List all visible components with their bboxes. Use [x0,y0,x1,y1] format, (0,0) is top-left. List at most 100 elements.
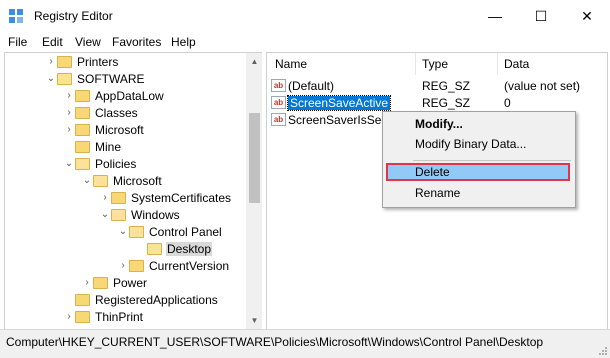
tree-item-label: SOFTWARE [77,71,145,86]
menu-separator [413,160,571,161]
menu-help[interactable]: Help [171,35,196,49]
tree-item-microsoft[interactable]: › Microsoft [63,121,145,138]
expand-chevron-icon[interactable]: › [63,124,75,135]
expand-chevron-icon[interactable]: › [63,90,75,101]
delete-highlight-box [386,163,570,181]
tree-item-thinprint[interactable]: › ThinPrint [63,308,144,325]
string-value-icon: ab [271,113,286,126]
tree-item-label: SystemCertificates [131,190,232,205]
value-row-default[interactable]: ab (Default) [271,77,334,94]
folder-open-icon [93,174,108,187]
value-data: 0 [504,96,511,110]
collapse-chevron-icon[interactable]: ⌄ [99,209,111,220]
tree-item-printers[interactable]: › Printers [45,53,119,70]
tree-item-software[interactable]: ⌄ SOFTWARE [45,70,146,87]
string-value-icon: ab [271,79,286,92]
tree-item-control-panel[interactable]: ⌄ Control Panel [117,223,223,240]
scroll-up-arrow-icon[interactable]: ▲ [246,53,263,70]
folder-icon [75,310,90,323]
folder-icon [75,123,90,136]
tree-item-classes[interactable]: › Classes [63,104,139,121]
resize-grip-icon[interactable] [598,346,608,356]
collapse-chevron-icon[interactable]: ⌄ [45,73,57,84]
tree-item-mine[interactable]: Mine [63,138,122,155]
registry-key-tree[interactable]: › Printers ⌄ SOFTWARE › AppDataLow › Cla… [4,52,264,330]
tree-item-systemcertificates[interactable]: › SystemCertificates [99,189,232,206]
menu-file[interactable]: File [8,35,27,49]
value-row-screensaverissecure[interactable]: ab ScreenSaverIsSecu [271,111,394,128]
menu-item-delete[interactable]: Delete [415,165,450,179]
tree-item-label-selected: Desktop [166,241,213,256]
folder-icon [93,276,108,289]
value-name: ScreenSaverIsSecu [288,112,395,127]
tree-item-label: Mine [95,139,122,154]
status-bar: Computer\HKEY_CURRENT_USER\SOFTWARE\Poli… [0,329,610,358]
expand-chevron-icon[interactable]: › [63,107,75,118]
expand-chevron-icon[interactable]: › [99,192,111,203]
column-header-type[interactable]: Type [422,57,448,71]
scroll-down-arrow-icon[interactable]: ▼ [246,312,263,329]
folder-icon [75,89,90,102]
folder-icon [75,293,90,306]
menu-item-modify-binary-data[interactable]: Modify Binary Data... [415,137,526,151]
value-type: REG_SZ [422,96,471,110]
expand-chevron-icon[interactable]: › [63,311,75,322]
scroll-thumb[interactable] [249,113,260,203]
tree-item-policies-microsoft[interactable]: ⌄ Microsoft [81,172,163,189]
tree-item-label: AppDataLow [95,88,164,103]
menu-edit[interactable]: Edit [42,35,63,49]
tree-item-policies[interactable]: ⌄ Policies [63,155,137,172]
tree-item-label: ThinPrint [95,309,144,324]
folder-icon [129,259,144,272]
menu-item-modify[interactable]: Modify... [415,117,463,131]
value-type: REG_SZ [422,79,471,93]
collapse-chevron-icon[interactable]: ⌄ [117,226,129,237]
folder-open-icon [129,225,144,238]
tree-item-windows[interactable]: ⌄ Windows [99,206,181,223]
context-menu: Modify... Modify Binary Data... Delete R… [382,111,576,208]
menu-favorites[interactable]: Favorites [112,35,161,49]
tree-item-label: Control Panel [149,224,222,239]
tree-item-appdatalow[interactable]: › AppDataLow [63,87,165,104]
tree-item-desktop[interactable]: Desktop [135,240,213,257]
tree-item-label: Classes [95,105,138,120]
tree-item-label: Printers [77,54,119,69]
tree-item-label: Policies [95,156,137,171]
maximize-button[interactable]: ☐ [518,0,564,32]
column-header-data[interactable]: Data [504,57,529,71]
menu-view[interactable]: View [75,35,101,49]
tree-item-registeredapplications[interactable]: RegisteredApplications [63,291,219,308]
column-header-name[interactable]: Name [275,57,307,71]
tree-item-power[interactable]: › Power [81,274,148,291]
folder-icon [75,140,90,153]
value-name-selected: ScreenSaveActive [286,94,392,111]
minimize-button[interactable]: — [472,0,518,32]
column-divider[interactable] [497,53,498,75]
title-bar[interactable]: Registry Editor — ☐ ✕ [0,0,610,32]
value-data: (value not set) [504,79,581,93]
window-title: Registry Editor [34,9,113,23]
current-key-path: Computer\HKEY_CURRENT_USER\SOFTWARE\Poli… [6,335,544,349]
expand-chevron-icon[interactable]: › [81,277,93,288]
string-value-icon: ab [271,96,286,109]
tree-item-label: Windows [131,207,180,222]
collapse-chevron-icon[interactable]: ⌄ [63,158,75,169]
tree-item-label: CurrentVersion [149,258,230,273]
folder-icon [111,191,126,204]
column-divider[interactable] [415,53,416,75]
close-button[interactable]: ✕ [564,0,610,32]
tree-item-label: Power [113,275,148,290]
value-row-screensaveactive[interactable]: ab ScreenSaveActive [271,94,392,111]
folder-open-icon [111,208,126,221]
menu-item-rename[interactable]: Rename [415,186,460,200]
tree-vertical-scrollbar[interactable]: ▲ ▼ [246,53,263,329]
tree-item-label: RegisteredApplications [95,292,218,307]
folder-open-icon [75,157,90,170]
expand-chevron-icon[interactable]: › [117,260,129,271]
tree-item-label: Microsoft [95,122,144,137]
registry-editor-app-icon [9,9,23,23]
folder-open-icon [147,242,162,255]
collapse-chevron-icon[interactable]: ⌄ [81,175,93,186]
tree-item-currentversion[interactable]: › CurrentVersion [117,257,230,274]
expand-chevron-icon[interactable]: › [45,56,57,67]
